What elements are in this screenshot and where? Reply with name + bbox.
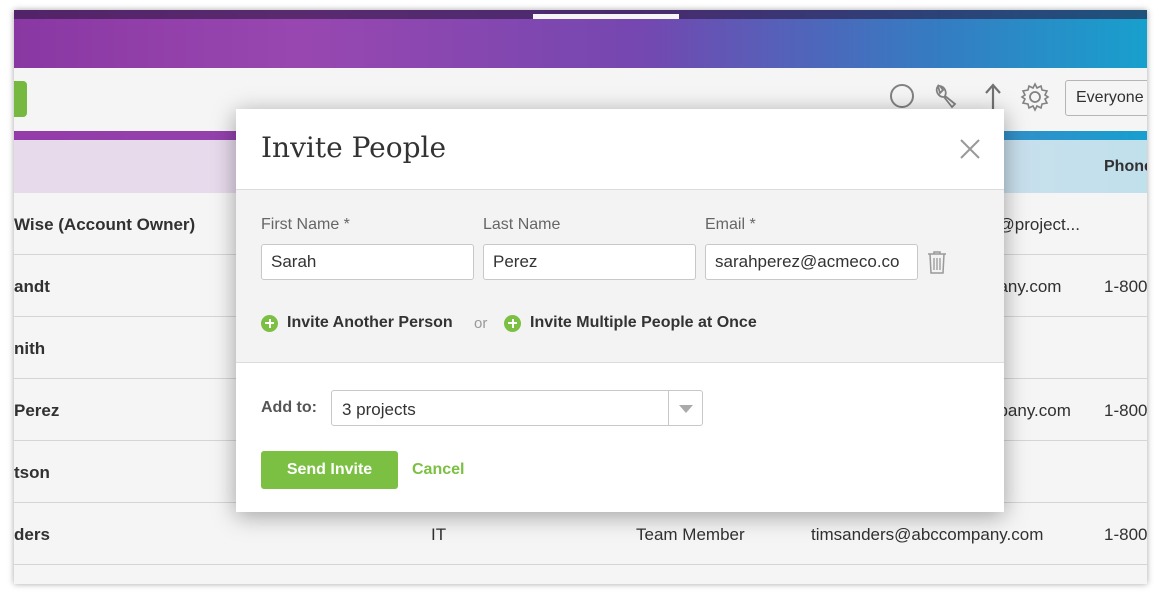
or-separator: or xyxy=(474,315,488,332)
trash-icon[interactable] xyxy=(926,250,948,274)
dialog-title: Invite People xyxy=(261,131,447,164)
projects-select-value: 3 projects xyxy=(342,400,416,419)
plus-circle-icon xyxy=(504,314,521,332)
first-name-input[interactable]: Sarah xyxy=(261,244,474,280)
last-name-label: Last Name xyxy=(483,216,561,233)
first-name-label: First Name * xyxy=(261,216,350,233)
cancel-button[interactable]: Cancel xyxy=(412,461,464,479)
app-window: Everyone Phone Wise (Account Owner) x@pr… xyxy=(14,10,1147,584)
chevron-down-icon[interactable] xyxy=(668,391,702,425)
last-name-input[interactable]: Perez xyxy=(483,244,696,280)
email-input[interactable]: sarahperez@acmeco.co xyxy=(705,244,918,280)
invite-people-dialog: Invite People First Name * Last Name Ema… xyxy=(236,109,1004,512)
email-label: Email * xyxy=(705,216,756,233)
invite-another-person-link[interactable]: Invite Another Person xyxy=(261,314,453,332)
plus-circle-icon xyxy=(261,314,278,332)
send-invite-button[interactable]: Send Invite xyxy=(261,451,398,489)
invite-form: First Name * Last Name Email * Sarah Per… xyxy=(236,189,1004,363)
invite-multiple-label: Invite Multiple People at Once xyxy=(530,314,757,331)
invite-another-label: Invite Another Person xyxy=(287,314,453,331)
invite-multiple-people-link[interactable]: Invite Multiple People at Once xyxy=(504,314,757,332)
add-to-label: Add to: xyxy=(261,399,317,416)
projects-select[interactable]: 3 projects xyxy=(331,390,703,426)
close-icon[interactable] xyxy=(956,135,984,163)
